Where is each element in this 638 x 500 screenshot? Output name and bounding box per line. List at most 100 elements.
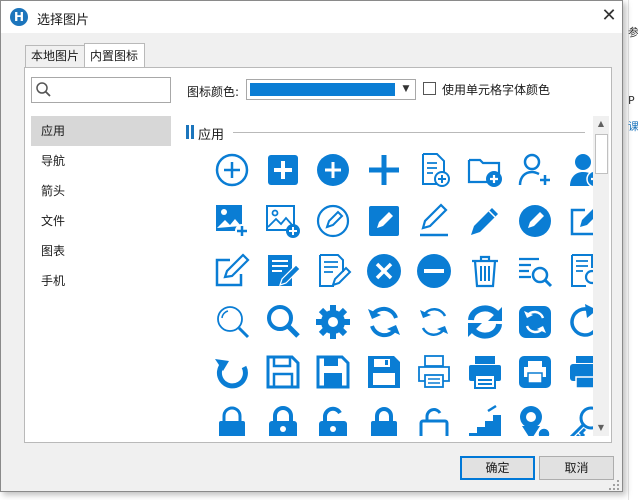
search-outline-icon-glyph: [217, 305, 250, 338]
resize-grip-icon[interactable]: [608, 479, 620, 491]
document-search-icon[interactable]: [567, 252, 594, 290]
printer-outline-icon[interactable]: [415, 353, 453, 391]
list-search-icon[interactable]: [516, 252, 554, 290]
printer-icon[interactable]: [567, 353, 594, 391]
edit-square-outline-icon[interactable]: [567, 202, 594, 240]
sync-icon[interactable]: [466, 303, 504, 341]
scroll-down-icon[interactable]: ▼: [593, 420, 609, 436]
use-cell-font-color-label[interactable]: 使用单元格字体颜色: [442, 81, 550, 98]
search-icon-glyph: [266, 304, 300, 338]
unlock-outline-icon[interactable]: [415, 404, 453, 436]
section-divider: [233, 132, 585, 133]
plus-square-icon-glyph: [267, 155, 298, 185]
plus-square-icon[interactable]: [264, 151, 302, 189]
minus-circle-icon[interactable]: [415, 252, 453, 290]
category-files[interactable]: 文件: [31, 206, 171, 236]
chevron-down-icon[interactable]: ▼: [397, 80, 415, 99]
gear-icon[interactable]: [314, 303, 352, 341]
pencil-icon-glyph: [470, 207, 498, 235]
category-arrows[interactable]: 箭头: [31, 176, 171, 206]
redo-icon-glyph: [569, 303, 594, 337]
edit-square-outline-icon-glyph: [570, 207, 594, 235]
edit-circle-filled-icon[interactable]: [516, 202, 554, 240]
stairs-icon[interactable]: [466, 404, 504, 436]
edit-circle-filled-icon-glyph: [519, 204, 551, 237]
ok-button[interactable]: 确定: [460, 456, 535, 480]
save-outline-icon-glyph: [266, 355, 299, 389]
search-input[interactable]: [54, 80, 168, 100]
refresh-outline-icon[interactable]: [415, 303, 453, 341]
user-add-filled-icon-glyph: [569, 154, 594, 188]
plus-circle-outline-icon[interactable]: [213, 151, 251, 189]
key-icon[interactable]: [567, 404, 594, 436]
sync-square-icon[interactable]: [516, 303, 554, 341]
category-apps[interactable]: 应用: [31, 116, 171, 146]
lock-outline-icon[interactable]: [213, 404, 251, 436]
gear-icon-glyph: [316, 304, 350, 339]
trash-icon-glyph: [471, 255, 498, 288]
cancel-button[interactable]: 取消: [539, 456, 614, 480]
tab-builtin-icons[interactable]: 内置图标: [84, 43, 145, 68]
category-mobile[interactable]: 手机: [31, 266, 171, 296]
lock-icon[interactable]: [365, 404, 403, 436]
stairs-icon-glyph: [468, 404, 501, 436]
pencil-icon[interactable]: [466, 202, 504, 240]
plus-circle-filled-icon[interactable]: [314, 151, 352, 189]
user-add-outline-icon[interactable]: [516, 151, 554, 189]
title-bar[interactable]: H 选择图片 ✕: [1, 1, 622, 33]
tab-local-images[interactable]: 本地图片: [25, 45, 85, 67]
image-add-outline-icon[interactable]: [264, 202, 302, 240]
icon-color-dropdown[interactable]: ▼: [246, 79, 416, 100]
scroll-thumb[interactable]: [595, 134, 608, 174]
file-add-icon[interactable]: [415, 151, 453, 189]
search-outline-icon[interactable]: [213, 303, 251, 341]
category-charts[interactable]: 图表: [31, 236, 171, 266]
dialog-title: 选择图片: [37, 13, 90, 28]
save-outline-icon[interactable]: [264, 353, 302, 391]
image-add-outline-icon-glyph: [265, 204, 300, 238]
lock-icon-glyph: [370, 406, 397, 436]
trash-icon[interactable]: [466, 252, 504, 290]
pen-underline-icon[interactable]: [415, 202, 453, 240]
app-logo-icon: H: [10, 8, 28, 26]
lock-outline-icon-glyph: [219, 406, 245, 436]
scroll-up-icon[interactable]: ▲: [593, 116, 609, 132]
redo-icon[interactable]: [567, 303, 594, 341]
minus-circle-icon-glyph: [417, 254, 451, 288]
location-user-icon[interactable]: [516, 404, 554, 436]
close-icon[interactable]: ✕: [599, 6, 619, 26]
list-search-icon-glyph: [519, 257, 553, 288]
user-add-outline-icon-glyph: [518, 153, 550, 186]
refresh-icon[interactable]: [365, 303, 403, 341]
search-icon[interactable]: [264, 303, 302, 341]
edit-square-filled-icon[interactable]: [365, 202, 403, 240]
background-text: 参: [628, 26, 638, 39]
printer-square-icon-glyph: [519, 356, 551, 388]
vertical-scrollbar[interactable]: ▲ ▼: [593, 116, 609, 436]
edit-circle-outline-icon-glyph: [316, 204, 350, 237]
printer-filled-icon[interactable]: [466, 353, 504, 391]
background-text: 课: [628, 120, 638, 133]
user-add-filled-icon[interactable]: [567, 151, 594, 189]
category-navigation[interactable]: 导航: [31, 146, 171, 176]
plus-icon[interactable]: [365, 151, 403, 189]
document-edit-outline-icon[interactable]: [314, 252, 352, 290]
close-circle-icon[interactable]: [365, 252, 403, 290]
document-edit-outline-icon-glyph: [319, 254, 352, 287]
edit-box-icon[interactable]: [213, 252, 251, 290]
search-box[interactable]: [31, 77, 171, 103]
folder-add-icon-glyph: [467, 158, 502, 187]
image-add-filled-icon[interactable]: [213, 202, 251, 240]
printer-square-icon[interactable]: [516, 353, 554, 391]
unlock-icon-glyph: [319, 406, 347, 436]
undo-icon[interactable]: [213, 353, 251, 391]
lock-filled-icon[interactable]: [264, 404, 302, 436]
document-edit-filled-icon[interactable]: [264, 252, 302, 290]
use-cell-font-color-checkbox[interactable]: [423, 82, 436, 95]
location-user-icon-glyph: [520, 405, 551, 436]
save-filled-icon[interactable]: [365, 353, 403, 391]
save-icon[interactable]: [314, 353, 352, 391]
edit-circle-outline-icon[interactable]: [314, 202, 352, 240]
folder-add-icon[interactable]: [466, 151, 504, 189]
unlock-icon[interactable]: [314, 404, 352, 436]
